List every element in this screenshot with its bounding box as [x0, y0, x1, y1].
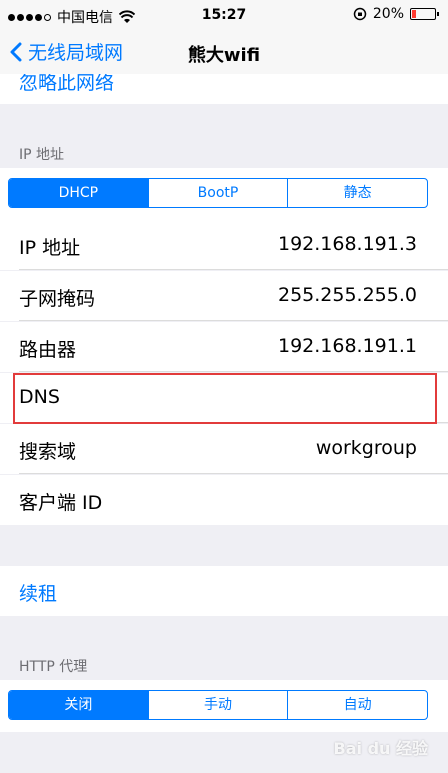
renew-lease-row[interactable]: 续租	[0, 566, 448, 616]
dns-row[interactable]: DNS	[0, 373, 448, 423]
router-value: 192.168.191.1	[277, 335, 417, 357]
router-row[interactable]: 路由器 192.168.191.1	[0, 322, 448, 372]
navigation-bar: 无线局域网 熊大wifi	[0, 32, 448, 74]
forget-network-label: 忽略此网络	[19, 74, 115, 94]
subnet-mask-label: 子网掩码	[19, 288, 96, 310]
segment-bootp[interactable]: BootP	[147, 179, 288, 207]
segment-static[interactable]: 静态	[287, 179, 427, 207]
row-divider	[19, 269, 448, 270]
battery-level-fill	[412, 10, 416, 18]
client-id-row[interactable]: 客户端 ID	[0, 475, 448, 525]
status-bar: 中国电信 15:27 20%	[0, 0, 448, 32]
forget-network-cell[interactable]: 忽略此网络	[0, 74, 448, 104]
dns-label: DNS	[19, 386, 60, 408]
search-domain-value: workgroup	[315, 437, 417, 459]
search-domain-label: 搜索域	[19, 441, 77, 463]
ip-address-row[interactable]: IP 地址 192.168.191.3	[0, 220, 448, 270]
row-divider	[19, 473, 448, 474]
rotation-lock-icon	[353, 7, 367, 21]
status-right: 20%	[353, 6, 439, 22]
battery-icon	[410, 8, 439, 20]
router-label: 路由器	[19, 339, 77, 361]
ip-address-value: 192.168.191.3	[277, 233, 417, 255]
ip-mode-cell: DHCP BootP 静态	[0, 168, 448, 220]
ip-address-label: IP 地址	[19, 237, 81, 259]
ip-section-header: IP 地址	[19, 147, 65, 163]
row-divider	[19, 371, 448, 372]
row-divider	[19, 320, 448, 321]
watermark: Bai du 经验	[333, 739, 428, 758]
subnet-mask-row[interactable]: 子网掩码 255.255.255.0	[0, 271, 448, 321]
segment-proxy-auto[interactable]: 自动	[287, 691, 427, 719]
renew-lease-label: 续租	[19, 583, 58, 605]
proxy-mode-segmented-control: 关闭 手动 自动	[8, 690, 428, 720]
page-title: 熊大wifi	[187, 45, 261, 66]
ip-mode-segmented-control: DHCP BootP 静态	[8, 178, 428, 208]
segment-dhcp[interactable]: DHCP	[9, 179, 148, 207]
proxy-mode-cell: 关闭 手动 自动	[0, 680, 448, 732]
subnet-mask-value: 255.255.255.0	[277, 284, 417, 306]
segment-proxy-manual[interactable]: 手动	[147, 691, 288, 719]
proxy-section-header: HTTP 代理	[19, 659, 88, 675]
segment-proxy-off[interactable]: 关闭	[9, 691, 148, 719]
battery-percent: 20%	[372, 6, 404, 22]
row-divider	[19, 422, 448, 423]
search-domain-row[interactable]: 搜索域 workgroup	[0, 424, 448, 474]
client-id-label: 客户端 ID	[19, 492, 103, 514]
